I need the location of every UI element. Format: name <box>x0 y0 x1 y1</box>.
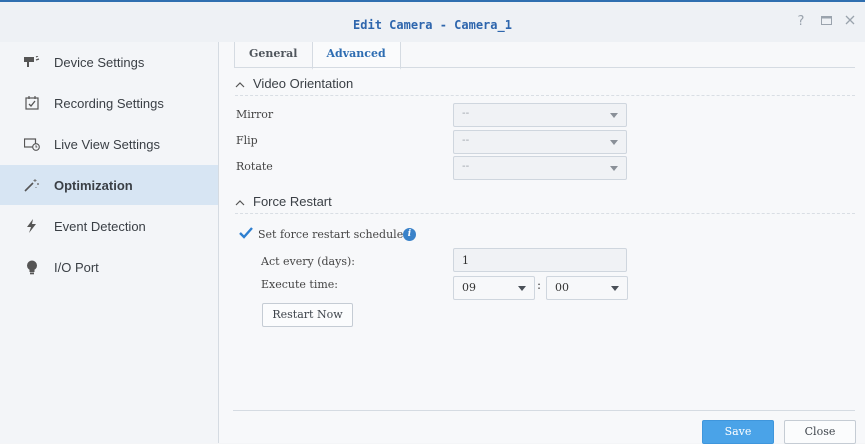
act-every-input[interactable]: 1 <box>453 248 627 272</box>
time-separator: : <box>537 278 542 292</box>
section-video-orientation[interactable]: Video Orientation <box>235 76 353 91</box>
magic-wand-icon <box>24 177 40 193</box>
sidebar: Device Settings Recording Settings Live … <box>0 42 219 443</box>
lightbulb-icon <box>24 259 40 275</box>
footer-divider <box>233 410 855 411</box>
sidebar-item-live-view-settings[interactable]: Live View Settings <box>0 124 218 164</box>
camera-icon <box>24 54 40 70</box>
chevron-down-icon <box>611 286 619 291</box>
sidebar-item-label: Device Settings <box>54 54 145 70</box>
act-every-label: Act every (days): <box>261 255 355 268</box>
flip-select[interactable]: -- <box>453 130 627 154</box>
section-divider <box>235 95 855 96</box>
chevron-down-icon <box>610 113 618 118</box>
main-panel: General Advanced Video Orientation Mirro… <box>219 42 865 443</box>
title-bar: Edit Camera - Camera_1 ? <box>0 2 865 42</box>
sidebar-item-optimization[interactable]: Optimization <box>0 165 218 205</box>
window-title: Edit Camera - Camera_1 <box>353 18 512 32</box>
sidebar-item-label: Event Detection <box>54 218 146 234</box>
sidebar-item-io-port[interactable]: I/O Port <box>0 247 218 287</box>
sidebar-item-event-detection[interactable]: Event Detection <box>0 206 218 246</box>
sidebar-item-label: Optimization <box>54 177 133 193</box>
chevron-down-icon <box>610 140 618 145</box>
sidebar-item-label: Recording Settings <box>54 95 164 111</box>
rotate-value: -- <box>462 161 470 172</box>
schedule-label: Set force restart schedule <box>258 228 404 241</box>
mirror-label: Mirror <box>236 108 274 121</box>
maximize-icon[interactable] <box>818 14 834 30</box>
section-title: Video Orientation <box>253 76 354 91</box>
sidebar-item-recording-settings[interactable]: Recording Settings <box>0 83 218 123</box>
close-button[interactable]: Close <box>784 420 856 444</box>
help-icon[interactable]: ? <box>793 14 809 30</box>
hour-value: 09 <box>462 281 476 294</box>
rotate-select[interactable]: -- <box>453 156 627 180</box>
minute-select[interactable]: 00 <box>546 276 628 300</box>
lightning-icon <box>24 218 40 234</box>
monitor-clock-icon <box>24 136 40 152</box>
tab-bar: General Advanced <box>234 42 401 70</box>
act-every-value: 1 <box>462 254 469 267</box>
minute-value: 00 <box>555 281 569 294</box>
chevron-up-icon <box>235 195 245 209</box>
section-title: Force Restart <box>253 194 332 209</box>
close-icon[interactable] <box>842 14 858 30</box>
restart-now-button[interactable]: Restart Now <box>262 303 353 327</box>
info-icon[interactable]: i <box>403 228 416 241</box>
chevron-up-icon <box>235 77 245 91</box>
sidebar-item-label: Live View Settings <box>54 136 160 152</box>
execute-time-label: Execute time: <box>261 278 338 291</box>
flip-label: Flip <box>236 134 258 147</box>
sidebar-item-device-settings[interactable]: Device Settings <box>0 42 218 82</box>
hour-select[interactable]: 09 <box>453 276 535 300</box>
section-divider <box>235 213 855 214</box>
tab-advanced[interactable]: Advanced <box>311 42 401 70</box>
sidebar-item-label: I/O Port <box>54 259 99 275</box>
save-button[interactable]: Save <box>702 420 774 444</box>
chevron-down-icon <box>518 286 526 291</box>
tab-divider <box>234 67 855 68</box>
calendar-check-icon <box>24 95 40 111</box>
tab-general[interactable]: General <box>234 42 312 68</box>
flip-value: -- <box>462 135 470 146</box>
mirror-select[interactable]: -- <box>453 103 627 127</box>
section-force-restart[interactable]: Force Restart <box>235 194 332 209</box>
rotate-label: Rotate <box>236 160 273 173</box>
mirror-value: -- <box>462 108 470 119</box>
chevron-down-icon <box>610 166 618 171</box>
force-restart-checkbox[interactable] <box>239 226 253 240</box>
